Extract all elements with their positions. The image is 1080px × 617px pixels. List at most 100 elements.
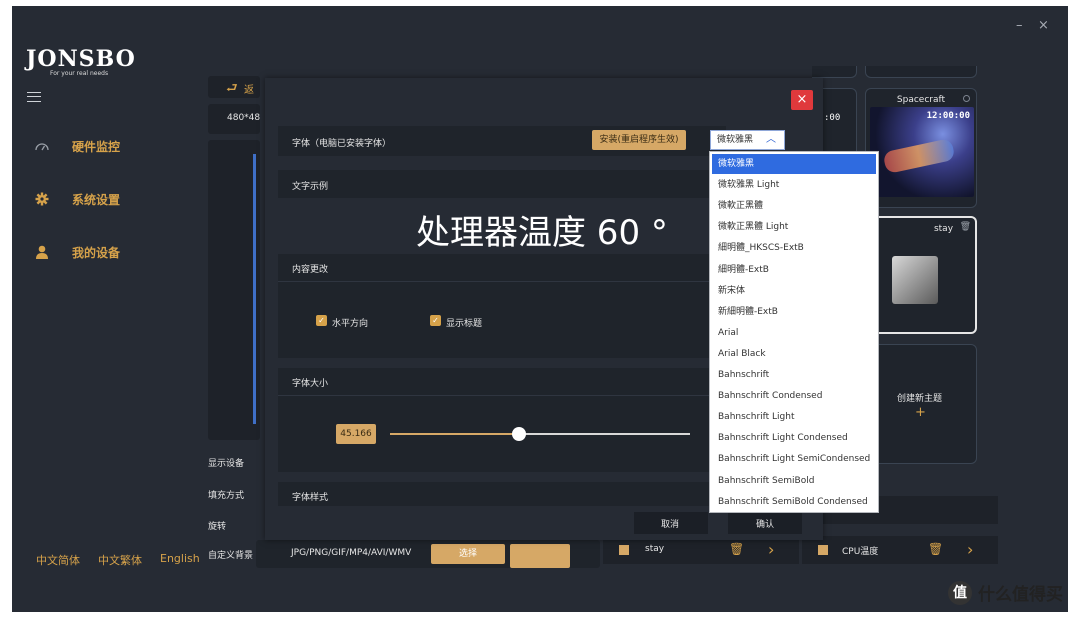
divider (278, 281, 726, 282)
lang-zh-simplified[interactable]: 中文简体 (36, 552, 80, 568)
lang-english[interactable]: English (160, 552, 200, 568)
row-label-rotation: 旋转 (208, 522, 227, 532)
sidebar: JONSBO For your real needs 硬件监控 系统设置 我的设… (12, 6, 208, 612)
theme-title: stay (933, 224, 954, 234)
spaceship-graphic (882, 137, 956, 175)
plus-icon: + (915, 405, 926, 420)
preview-scrollbar[interactable] (253, 154, 256, 424)
brand-logo: JONSBO For your real needs (26, 46, 136, 77)
checkbox-horizontal[interactable]: ✓ (316, 315, 327, 326)
bg-thumbnail-slot[interactable] (510, 544, 570, 568)
font-size-value[interactable]: 45.166 (336, 424, 376, 444)
font-option[interactable]: 微軟正黑體 Light (712, 217, 876, 237)
theme-card-top-partial[interactable] (812, 66, 857, 78)
font-style-label: 字体样式 (292, 493, 329, 503)
sidebar-item-my-devices[interactable]: 我的设备 (34, 242, 120, 262)
minimize-button[interactable]: – (1016, 18, 1023, 33)
font-option[interactable]: 微软雅黑 (712, 154, 876, 174)
theme-time: 12:00:00 (926, 111, 970, 121)
custom-bg-row: JPG/PNG/GIF/MP4/AVI/WMV 选择 (256, 540, 600, 568)
content-section-label: 内容更改 (292, 265, 329, 275)
sidebar-item-system-settings[interactable]: 系统设置 (34, 189, 120, 209)
font-option[interactable]: Bahnschrift Light Condensed (712, 428, 876, 448)
checkbox-icon[interactable] (818, 545, 828, 555)
back-label: 返 (244, 85, 254, 96)
trash-icon[interactable]: 🗑 (960, 222, 971, 232)
confirm-button[interactable]: 确认 (728, 512, 802, 534)
watermark-text: 什么值得买 (978, 585, 1063, 605)
app-window: JONSBO For your real needs 硬件监控 系统设置 我的设… (12, 6, 1068, 612)
lang-zh-traditional[interactable]: 中文繁体 (98, 552, 142, 568)
chevron-up-icon: ︿ (766, 134, 776, 145)
font-option[interactable]: Arial (712, 323, 876, 343)
sample-preview-text: 处理器温度 60 ° (416, 213, 668, 253)
device-preview-panel (208, 140, 260, 440)
row-label-fill-mode: 填充方式 (208, 491, 245, 501)
resolution-box: 480*48 (208, 104, 260, 134)
theme-card-spacecraft[interactable]: Spacecraft 12:00:00 (865, 88, 977, 208)
trash-icon[interactable]: 🗑 (928, 542, 943, 556)
install-font-button[interactable]: 安装(重启程序生效) (592, 130, 686, 150)
font-option[interactable]: 新細明體-ExtB (712, 302, 876, 322)
divider (278, 395, 726, 396)
checkbox-icon[interactable] (619, 545, 629, 555)
brand-tagline: For your real needs (50, 70, 109, 77)
font-option[interactable]: Bahnschrift (712, 365, 876, 385)
font-option[interactable]: Bahnschrift SemiBold Condensed (712, 492, 876, 512)
text-sample-label: 文字示例 (292, 182, 329, 192)
font-size-slider[interactable] (390, 427, 690, 441)
checkbox-horizontal-label: 水平方向 (332, 319, 369, 329)
brand-name: JONSBO (26, 46, 136, 72)
create-theme-label: 创建新主题 (897, 394, 943, 404)
menu-icon[interactable] (27, 92, 41, 102)
return-icon: ⮐ (226, 81, 238, 96)
cancel-label: 取消 (661, 520, 680, 530)
clock-fragment: :00 (824, 113, 841, 123)
bottom-item-cpu-temp[interactable]: CPU温度 🗑 › (802, 536, 998, 564)
font-option[interactable]: Bahnschrift Light SemiCondensed (712, 449, 876, 469)
font-option[interactable]: Arial Black (712, 344, 876, 364)
gauge-icon (34, 138, 50, 154)
bottom-item-stay[interactable]: stay 🗑 › (603, 536, 799, 564)
spacecraft-thumbnail: 12:00:00 (870, 107, 974, 197)
theme-card-top[interactable] (865, 66, 977, 78)
font-option[interactable]: 微軟正黑體 (712, 196, 876, 216)
font-option[interactable]: 細明體-ExtB (712, 260, 876, 280)
back-button[interactable]: ⮐ 返 (208, 76, 260, 98)
font-family-section: 字体（电脑已安装字体） 安装(重启程序生效) (278, 126, 726, 156)
font-style-section: 字体样式 (278, 482, 726, 506)
chevron-right-icon[interactable]: › (967, 540, 973, 559)
bottom-item-label: CPU温度 (842, 547, 879, 557)
font-option[interactable]: Bahnschrift Condensed (712, 386, 876, 406)
sidebar-item-hardware-monitor[interactable]: 硬件监控 (34, 136, 120, 156)
font-option[interactable]: 微软雅黑 Light (712, 175, 876, 195)
font-family-label: 字体（电脑已安装字体） (292, 139, 392, 149)
font-size-label: 字体大小 (292, 379, 329, 389)
theme-radio-icon[interactable] (963, 95, 970, 102)
slider-thumb[interactable] (512, 427, 526, 441)
chevron-right-icon[interactable]: › (768, 540, 774, 559)
checkbox-show-title[interactable]: ✓ (430, 315, 441, 326)
select-bg-button[interactable]: 选择 (431, 544, 505, 564)
trash-icon[interactable]: 🗑 (729, 542, 744, 556)
bg-formats: JPG/PNG/GIF/MP4/AVI/WMV (291, 548, 412, 558)
watermark: 值 什么值得买 (948, 580, 1063, 605)
close-window-button[interactable]: × (1038, 18, 1049, 33)
cancel-button[interactable]: 取消 (634, 512, 708, 534)
gear-icon (34, 191, 50, 207)
font-select[interactable]: 微软雅黑 ︿ (710, 130, 785, 150)
content-section: 内容更改 (278, 254, 726, 358)
dialog-close-button[interactable]: × (791, 90, 813, 110)
font-size-section: 字体大小 (278, 368, 726, 472)
resolution-label: 480*48 (227, 113, 261, 123)
font-option[interactable]: Bahnschrift SemiBold (712, 471, 876, 491)
font-option[interactable]: 細明體_HKSCS-ExtB (712, 238, 876, 258)
stay-thumbnail (892, 256, 938, 304)
font-dropdown-list: 微软雅黑 微软雅黑 Light 微軟正黑體 微軟正黑體 Light 細明體_HKSCS-… (709, 151, 879, 513)
confirm-label: 确认 (756, 520, 775, 530)
sidebar-item-label: 系统设置 (72, 192, 121, 207)
font-select-value: 微软雅黑 (717, 135, 754, 145)
font-option[interactable]: Bahnschrift Light (712, 407, 876, 427)
bottom-item-label: stay (645, 544, 665, 554)
font-option[interactable]: 新宋体 (712, 281, 876, 301)
